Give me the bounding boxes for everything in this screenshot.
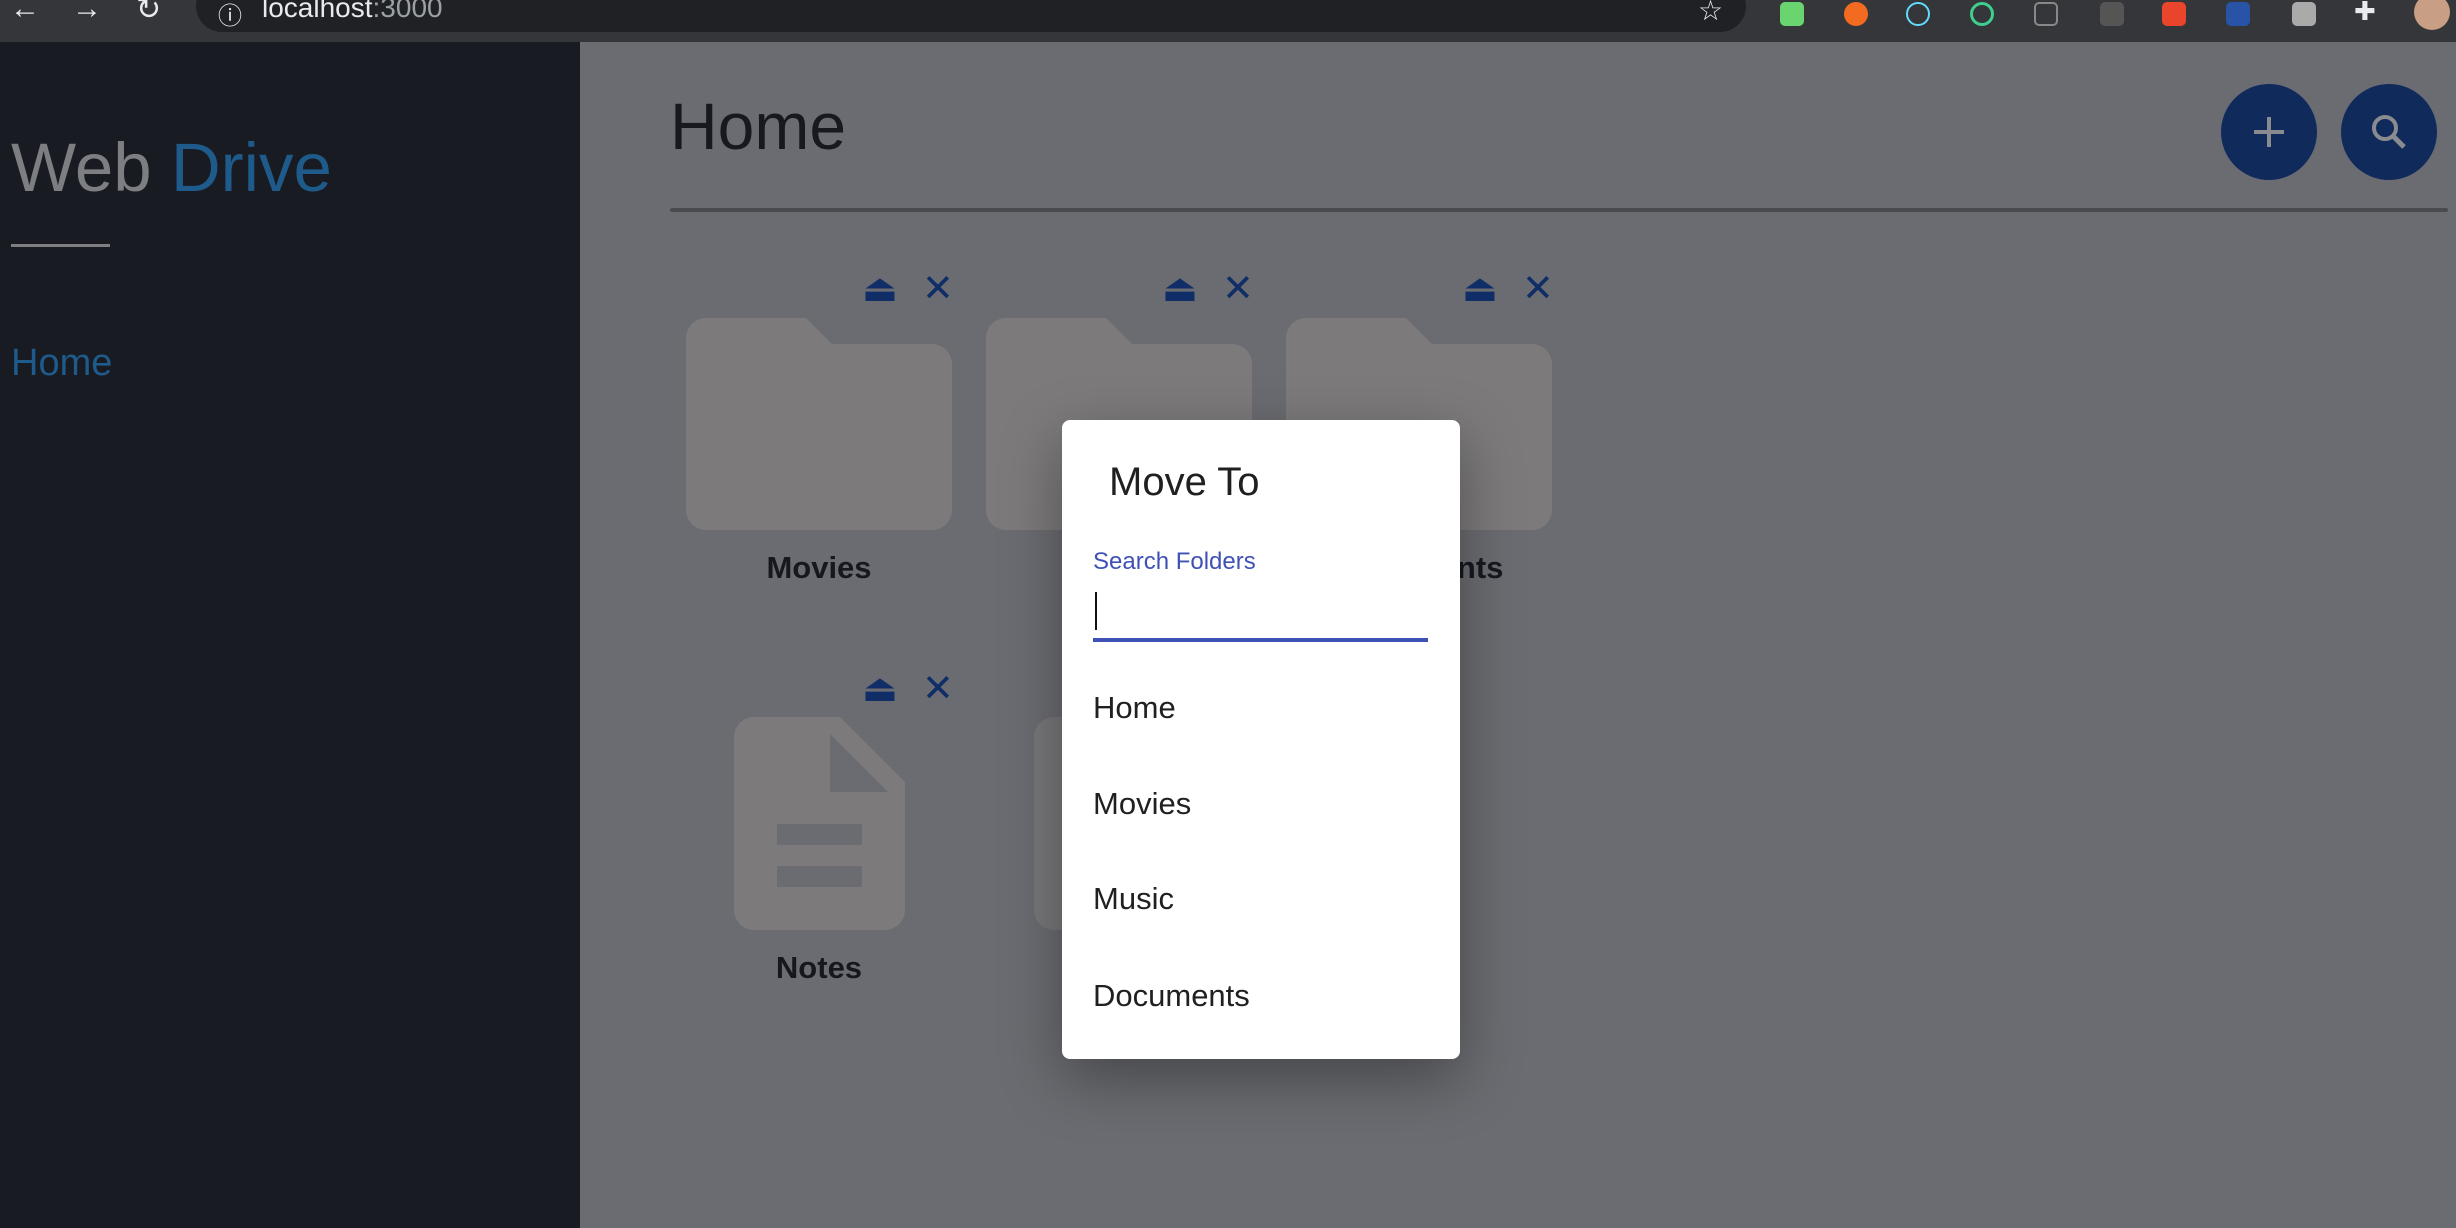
bookmark-star-icon[interactable]: ☆ [1698,0,1723,27]
title-divider [670,208,2448,212]
item-label: Notes [775,950,863,985]
profile-avatar[interactable] [2414,0,2450,30]
move-eject-icon[interactable]: ⏏ [1462,270,1498,308]
delete-x-icon[interactable]: ✕ [922,670,954,708]
browser-toolbar: ← → ↻ ⓘ localhost:3000 ☆ ✚ [0,0,2456,42]
folder-option-documents[interactable]: Documents [1093,978,1250,1014]
folder-icon [686,318,952,530]
sidebar: Web Drive Home [0,42,580,1228]
move-eject-icon[interactable]: ⏏ [1162,270,1198,308]
delete-x-icon[interactable]: ✕ [1222,270,1254,308]
url-port: :3000 [372,0,443,23]
folder-option-home[interactable]: Home [1093,690,1176,726]
search-folders-label: Search Folders [1093,548,1256,575]
react-devtools-icon[interactable] [1906,2,1930,26]
brand-logo: Web Drive [11,128,332,207]
extension-icon[interactable] [2100,2,2124,26]
back-icon[interactable]: ← [10,0,40,26]
extension-icon[interactable] [2292,2,2316,26]
search-folders-input[interactable] [1093,584,1428,642]
extension-icon[interactable] [1780,2,1804,26]
plus-icon [2254,117,2284,147]
add-button[interactable] [2221,84,2317,180]
folder-option-music[interactable]: Music [1093,881,1174,917]
move-eject-icon[interactable]: ⏏ [862,270,898,308]
folder-option-movies[interactable]: Movies [1093,786,1191,822]
item-label: Movies [766,550,872,585]
extension-icon[interactable] [1844,2,1868,26]
move-eject-icon[interactable]: ⏏ [862,670,898,708]
delete-x-icon[interactable]: ✕ [922,270,954,308]
extension-icon[interactable] [2226,2,2250,26]
search-icon [2372,115,2406,149]
extensions-puzzle-icon[interactable]: ✚ [2354,0,2376,27]
brand-divider [11,244,110,247]
move-to-dialog: Move To Search Folders Home Movies Music… [1062,420,1460,1059]
text-cursor [1095,592,1097,630]
reload-icon[interactable]: ↻ [136,0,161,27]
extension-icon[interactable] [1970,2,1994,26]
sidebar-item-home[interactable]: Home [11,342,112,385]
forward-icon[interactable]: → [72,0,102,26]
extension-icon[interactable] [2162,2,2186,26]
page-title: Home [670,89,847,163]
url-host: localhost [262,0,373,23]
url-text[interactable]: localhost:3000 [262,0,443,24]
delete-x-icon[interactable]: ✕ [1522,270,1554,308]
search-button[interactable] [2341,84,2437,180]
brand-second: Drive [170,129,332,206]
info-icon[interactable]: ⓘ [218,0,242,31]
file-document-icon [734,717,905,930]
extension-icon[interactable] [2034,2,2058,26]
dialog-title: Move To [1109,460,1260,504]
brand-first: Web [11,129,152,206]
